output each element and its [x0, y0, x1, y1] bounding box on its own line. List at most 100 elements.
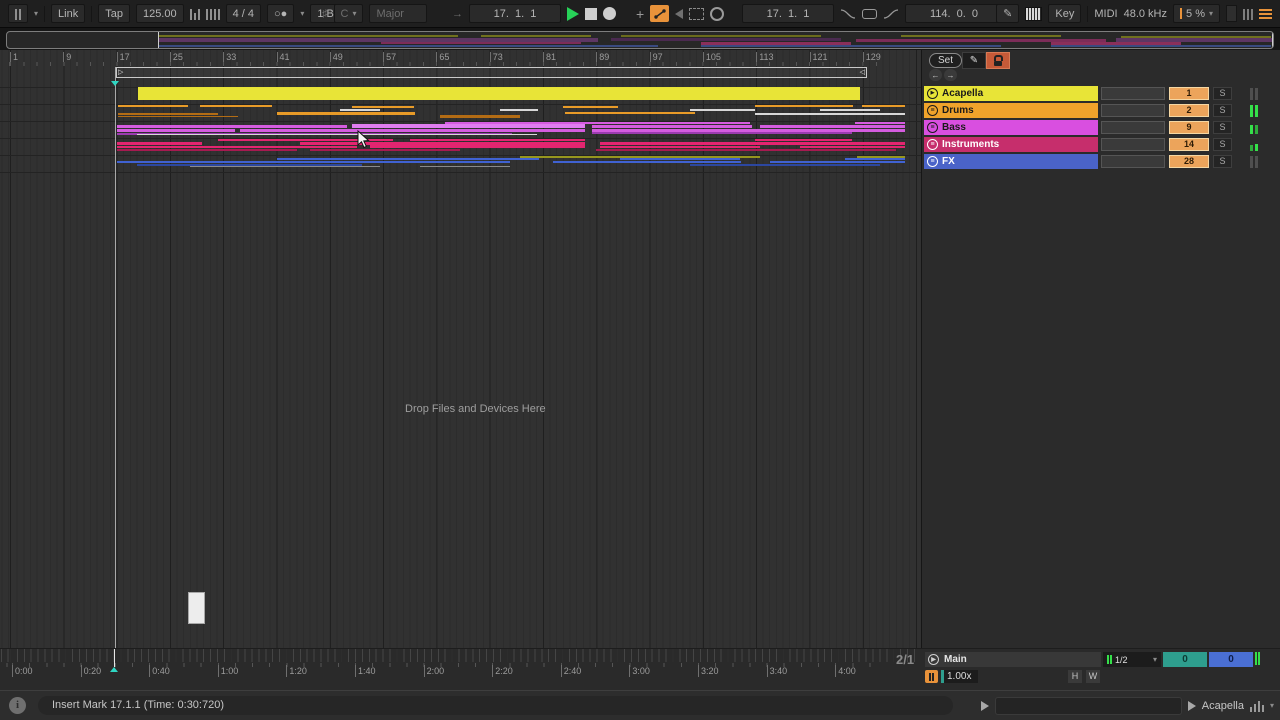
track-io-box[interactable] — [1101, 138, 1165, 151]
track-io-box[interactable] — [1101, 87, 1165, 100]
arrangement-area[interactable]: 191725334149576573818997105113121129 ▷ ◁… — [0, 50, 921, 648]
track-number-box[interactable]: 2 — [1169, 104, 1209, 117]
clip-segment[interactable] — [117, 161, 510, 163]
clip-segment[interactable] — [277, 112, 415, 115]
loop-switch-icon[interactable] — [710, 7, 724, 21]
clip-segment[interactable] — [620, 158, 740, 160]
loop-start-field[interactable]: 17. 1. 1 — [742, 4, 834, 23]
next-locator-button[interactable]: → — [944, 69, 957, 81]
chevron-down-icon[interactable]: ▾ — [1270, 702, 1274, 710]
track-name-bar[interactable]: ≡Instruments — [924, 137, 1098, 152]
lock-envelopes-button[interactable] — [986, 52, 1010, 69]
clip-segment[interactable] — [760, 125, 905, 128]
clip-segment[interactable] — [596, 149, 896, 151]
track-name-bar[interactable]: ≡Bass — [924, 120, 1098, 135]
clip-segment[interactable] — [352, 124, 585, 128]
status-input-field[interactable] — [995, 697, 1182, 715]
clip-segment[interactable] — [600, 142, 905, 145]
clip-segment[interactable] — [592, 132, 852, 134]
track-name-bar[interactable]: ≡FX — [924, 154, 1098, 169]
group-menu-icon[interactable]: ≡ — [927, 156, 938, 167]
height-zoom-button[interactable]: H — [1068, 670, 1082, 683]
stop-button[interactable] — [585, 8, 597, 20]
tempo-field[interactable]: 125.00 — [136, 4, 184, 23]
clip-segment[interactable] — [118, 105, 188, 107]
clip-segment[interactable] — [820, 109, 880, 111]
clip-segment[interactable] — [755, 139, 852, 141]
clip-segment[interactable] — [190, 166, 380, 167]
track-row-acapella[interactable]: ▶Acapella 1S — [923, 86, 1280, 101]
width-zoom-button[interactable]: W — [1086, 670, 1100, 683]
clip-segment[interactable] — [117, 149, 297, 151]
clip-segment[interactable] — [690, 164, 880, 166]
clip-segment[interactable] — [137, 134, 537, 135]
track-io-box[interactable] — [1101, 155, 1165, 168]
key-map-button[interactable]: Key — [1048, 4, 1081, 23]
main-value-a[interactable]: 0 — [1163, 652, 1207, 667]
computer-midi-keyboard-icon[interactable] — [1025, 7, 1042, 21]
clip-segment[interactable] — [200, 105, 272, 107]
clip-segment[interactable] — [755, 105, 853, 107]
solo-button[interactable]: S — [1213, 155, 1232, 168]
dragged-clip-ghost[interactable] — [188, 592, 205, 624]
tempo-follower-icon[interactable] — [925, 670, 938, 683]
track-number-box[interactable]: 28 — [1169, 155, 1209, 168]
playback-speed-field[interactable]: 1.00x — [941, 670, 978, 683]
solo-button[interactable]: S — [1213, 87, 1232, 100]
clip-segment[interactable] — [800, 146, 905, 148]
midi-map-button[interactable]: MIDI — [1094, 8, 1117, 20]
nudge-up-icon[interactable] — [206, 8, 220, 20]
tap-tempo-button[interactable]: Tap — [98, 4, 130, 23]
loop-region-icon[interactable] — [862, 9, 877, 19]
clip-segment[interactable] — [340, 109, 380, 111]
scale-icon[interactable]: ♯ — [322, 8, 328, 20]
follow-icon[interactable]: → — [452, 8, 463, 20]
group-menu-icon[interactable]: ≡ — [927, 122, 938, 133]
main-value-b[interactable]: 0 — [1209, 652, 1253, 667]
track-number-box[interactable]: 14 — [1169, 138, 1209, 151]
track-number-box[interactable]: 1 — [1169, 87, 1209, 100]
clip-segment[interactable] — [410, 139, 585, 141]
clip-segment[interactable] — [845, 158, 905, 160]
time-tick-strip[interactable] — [0, 649, 920, 662]
arrangement-position-field[interactable]: 17. 1. 1 — [469, 4, 561, 23]
clip-segment[interactable] — [118, 113, 218, 115]
clip-segment[interactable] — [240, 129, 585, 132]
clip-segment[interactable] — [592, 125, 752, 128]
track-io-box[interactable] — [1101, 121, 1165, 134]
time-signature-field[interactable]: 4 / 4 — [226, 4, 261, 23]
solo-button[interactable]: S — [1213, 104, 1232, 117]
automation-mode-button[interactable] — [650, 5, 669, 22]
clip-segment[interactable] — [770, 161, 905, 163]
clip-segment[interactable] — [118, 116, 238, 117]
insert-marker-bottom-icon[interactable] — [110, 667, 118, 672]
clip-segment[interactable] — [565, 112, 695, 114]
track-name-bar[interactable]: ≡Drums — [924, 103, 1098, 118]
solo-button[interactable]: S — [1213, 138, 1232, 151]
prev-locator-button[interactable]: ← — [929, 69, 942, 81]
track-row-fx[interactable]: ≡FX 28 S — [923, 154, 1280, 169]
back-to-arrangement-icon[interactable] — [675, 9, 683, 19]
clip-segment[interactable] — [117, 146, 357, 148]
clip-segment[interactable] — [138, 87, 860, 100]
group-menu-icon[interactable]: ≡ — [927, 105, 938, 116]
add-track-icon[interactable]: + — [636, 7, 644, 21]
clip-segment[interactable] — [500, 109, 538, 111]
punch-in-icon[interactable] — [840, 8, 856, 20]
preview-play-icon[interactable] — [981, 701, 989, 711]
set-locator-button[interactable]: Set — [929, 53, 962, 68]
clip-segment[interactable] — [310, 149, 460, 151]
loop-length-field[interactable]: 114. 0. 0 — [905, 4, 1003, 23]
clip-segment[interactable] — [553, 161, 741, 163]
clip-segment[interactable] — [117, 129, 235, 132]
solo-button[interactable]: S — [1213, 121, 1232, 134]
draw-mode-icon[interactable] — [689, 8, 704, 20]
track-name-bar[interactable]: ▶Acapella — [924, 86, 1098, 101]
pencil-button[interactable]: ✎ — [962, 52, 986, 69]
clip-segment[interactable] — [370, 145, 585, 148]
play-button[interactable] — [567, 7, 579, 21]
clip-segment[interactable] — [855, 122, 905, 124]
track-number-box[interactable]: 9 — [1169, 121, 1209, 134]
clip-segment[interactable] — [117, 142, 202, 145]
insert-marker-top-icon[interactable] — [111, 81, 119, 86]
